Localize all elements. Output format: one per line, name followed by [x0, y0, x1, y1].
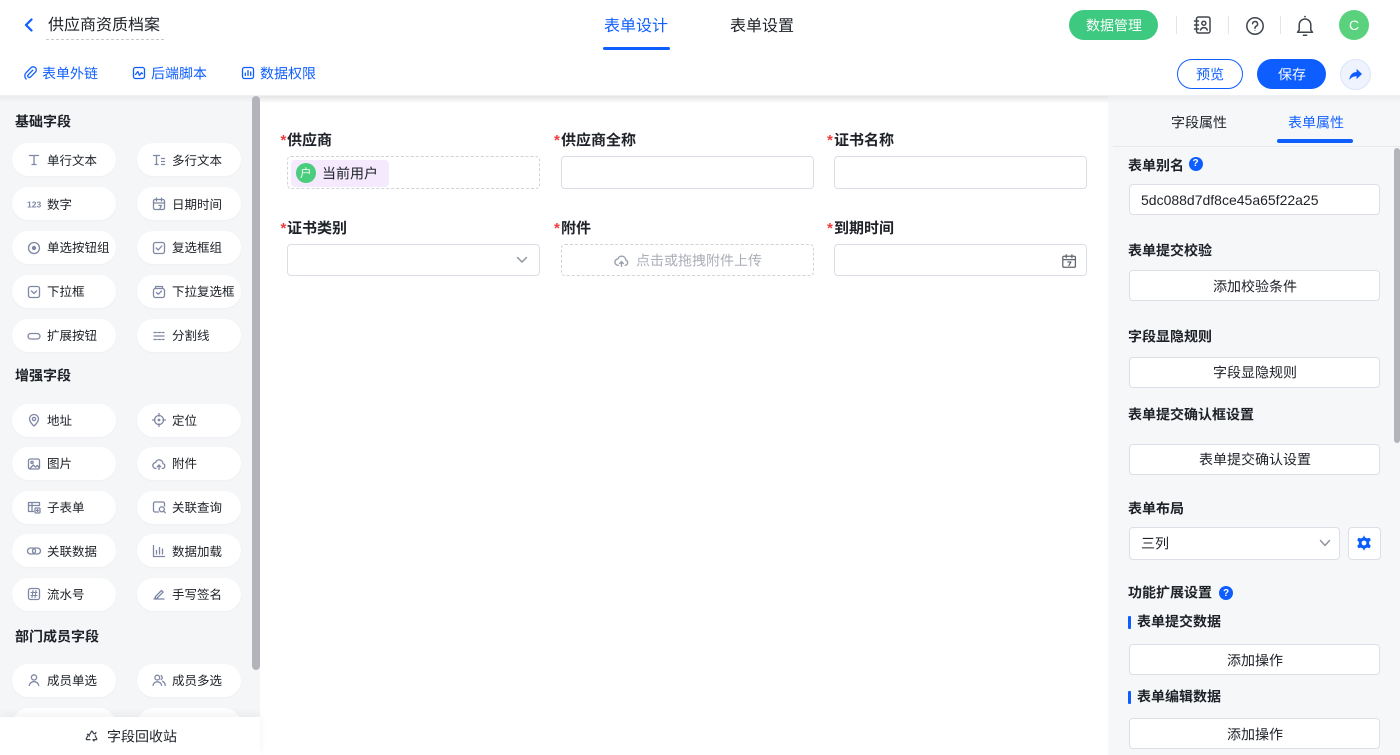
svg-text:123: 123 — [27, 199, 41, 209]
